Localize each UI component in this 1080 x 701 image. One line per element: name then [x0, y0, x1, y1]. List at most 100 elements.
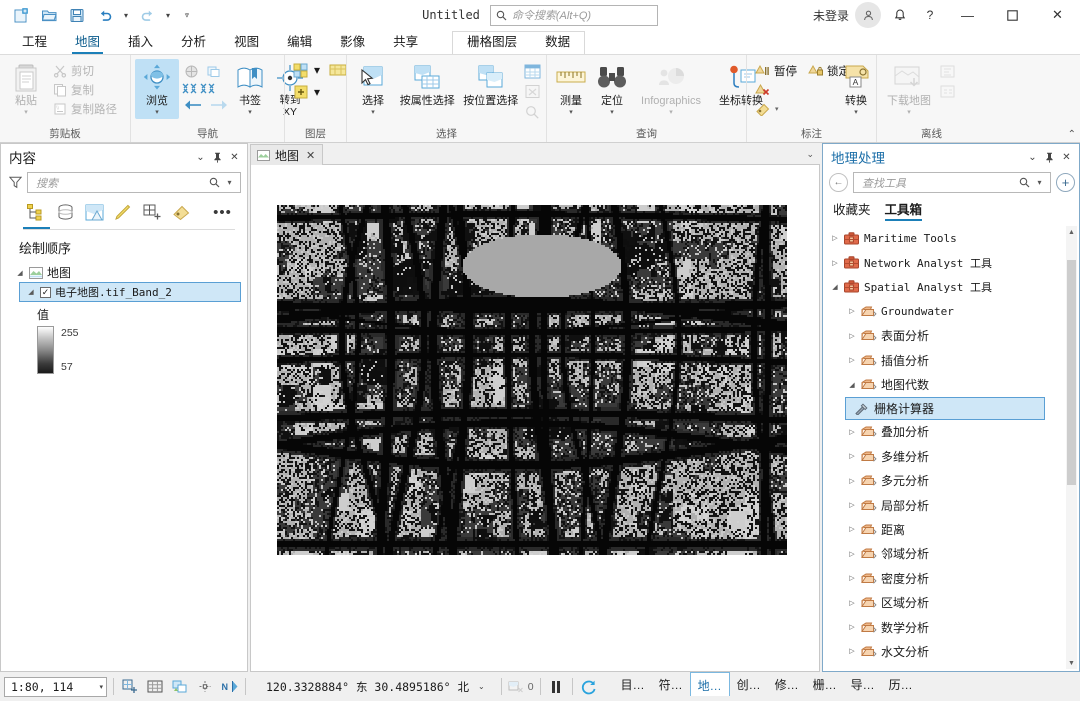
list-by-snapping-icon[interactable]: [139, 200, 166, 225]
expander-collapsed-icon[interactable]: ▷: [846, 599, 858, 607]
locate-button[interactable]: 定位 ▾: [592, 59, 632, 119]
ribbon-tab-edit[interactable]: 编辑: [273, 31, 326, 54]
scroll-down-icon[interactable]: ▼: [1068, 657, 1075, 669]
locate-dropdown-icon[interactable]: ▾: [610, 108, 614, 117]
selected-features-count[interactable]: 0: [508, 680, 534, 694]
explore-button[interactable]: 浏览 ▾: [135, 59, 179, 119]
add-data-dropdown-icon[interactable]: ▾: [314, 63, 320, 77]
clear-selection-icon[interactable]: [523, 81, 542, 101]
ribbon-tab-data[interactable]: 数据: [531, 32, 584, 54]
toolbox-tree-item[interactable]: ▷ 距离: [823, 517, 1079, 541]
ribbon-tab-imagery[interactable]: 影像: [326, 31, 379, 54]
geoprocessing-panel-close-icon[interactable]: ✕: [1058, 147, 1075, 167]
filter-icon[interactable]: [9, 176, 22, 189]
layer-node-expander-icon[interactable]: ◢: [26, 288, 36, 296]
download-map-dropdown-icon[interactable]: ▾: [907, 108, 911, 117]
manage-replicas-icon[interactable]: [938, 81, 957, 101]
undo-dropdown-icon[interactable]: ▾: [120, 3, 132, 27]
maximize-button[interactable]: [990, 0, 1035, 30]
customize-qat-icon[interactable]: ⩔: [176, 3, 198, 27]
command-search-input[interactable]: 命令搜索(Alt+Q): [489, 4, 658, 26]
ribbon-tab-analysis[interactable]: 分析: [167, 31, 220, 54]
convert-labels-button[interactable]: A 转换 ▾: [836, 59, 876, 119]
measure-button[interactable]: 测量 ▾: [551, 59, 591, 119]
scroll-up-icon[interactable]: ▲: [1068, 226, 1075, 238]
copy-path-button[interactable]: \\ 复制路径: [49, 99, 121, 118]
contents-search-input[interactable]: 搜索 ▾: [27, 172, 241, 193]
paste-dropdown-icon[interactable]: ▾: [24, 108, 28, 117]
contents-search-icon[interactable]: [207, 177, 222, 188]
toolbox-tree-item[interactable]: ▷ 表面分析: [823, 324, 1079, 348]
tab-toolboxes[interactable]: 工具箱: [884, 199, 922, 221]
layer-visibility-checkbox[interactable]: ✓: [40, 286, 51, 298]
contents-search-dropdown-icon[interactable]: ▾: [222, 178, 237, 187]
toolbox-tree-item[interactable]: ▷ 邻域分析: [823, 542, 1079, 566]
bottom-tab-modify[interactable]: 修…: [768, 672, 806, 696]
list-by-selection-icon[interactable]: [81, 200, 108, 225]
infographics-button[interactable]: Infographics ▾: [633, 59, 709, 119]
more-options-icon[interactable]: •••: [209, 200, 236, 225]
map-tab-menu-icon[interactable]: ⌄: [806, 149, 814, 160]
list-by-editing-icon[interactable]: [110, 200, 137, 225]
more-labeling-button[interactable]: ▾: [751, 99, 835, 118]
expander-collapsed-icon[interactable]: ▷: [846, 477, 858, 485]
north-arrow-icon[interactable]: N: [220, 677, 239, 697]
toolbox-tree-item[interactable]: ▷ 数学分析: [823, 615, 1079, 639]
map-scale-dropdown-icon[interactable]: ▾: [99, 683, 103, 691]
expander-collapsed-icon[interactable]: ▷: [846, 574, 858, 582]
bottom-tab-geoprocessing[interactable]: 地…: [689, 672, 730, 696]
expander-collapsed-icon[interactable]: ▷: [846, 501, 858, 509]
snapping-icon[interactable]: [195, 677, 214, 697]
expander-collapsed-icon[interactable]: ▷: [846, 332, 858, 340]
collapse-ribbon-icon[interactable]: ⌃: [1068, 129, 1076, 140]
toolbox-tree-item[interactable]: ▷ Groundwater: [823, 299, 1079, 323]
expander-collapsed-icon[interactable]: ▷: [846, 623, 858, 631]
expander-collapsed-icon[interactable]: ▷: [846, 525, 858, 533]
undo-icon[interactable]: [92, 3, 118, 27]
ribbon-tab-raster-layer[interactable]: 栅格图层: [453, 32, 531, 54]
add-toolbox-icon[interactable]: +: [1056, 173, 1075, 192]
map-view-tab[interactable]: 地图 ✕: [250, 144, 324, 165]
zoom-to-selection-icon[interactable]: [523, 101, 542, 121]
explore-dropdown-icon[interactable]: ▾: [155, 108, 159, 117]
sync-map-icon[interactable]: [938, 61, 957, 81]
cut-button[interactable]: 剪切: [49, 61, 121, 80]
expander-collapsed-icon[interactable]: ▷: [846, 452, 858, 460]
toc-layer-node[interactable]: ◢ ✓ 电子地图.tif_Band_2: [19, 282, 241, 302]
ribbon-tab-insert[interactable]: 插入: [114, 31, 167, 54]
geoprocessing-panel-pin-icon[interactable]: [1041, 147, 1058, 167]
bottom-tab-create[interactable]: 创…: [730, 672, 768, 696]
contents-panel-menu-icon[interactable]: ⌄: [192, 147, 209, 167]
help-icon[interactable]: ?: [915, 2, 945, 28]
ribbon-tab-share[interactable]: 共享: [379, 31, 432, 54]
bottom-tab-history[interactable]: 历…: [882, 672, 920, 696]
refresh-icon[interactable]: [579, 677, 598, 697]
more-labeling-dropdown-icon[interactable]: ▾: [775, 105, 779, 113]
bookmarks-dropdown-icon[interactable]: ▾: [248, 108, 252, 117]
save-project-icon[interactable]: [64, 3, 90, 27]
toolbox-tree-item[interactable]: ▷ 多维分析: [823, 444, 1079, 468]
contents-panel-pin-icon[interactable]: [209, 147, 226, 167]
toolbox-tree-item[interactable]: ▷ 密度分析: [823, 566, 1079, 590]
toolbox-tree-item[interactable]: ◢ Spatial Analyst 工具: [823, 275, 1079, 299]
toolbox-tree-scrollbar[interactable]: ▲ ▼: [1066, 226, 1077, 669]
toolbox-tree-item[interactable]: ▷ Network Analyst 工具: [823, 250, 1079, 274]
pause-drawing-icon[interactable]: [547, 677, 566, 697]
full-extent-icon[interactable]: [182, 61, 201, 81]
expander-expanded-icon[interactable]: ◢: [829, 283, 841, 291]
bottom-tab-navigation[interactable]: 导…: [844, 672, 882, 696]
toolbox-tree-item[interactable]: ▷ 水文分析: [823, 639, 1079, 663]
redo-icon[interactable]: [134, 3, 160, 27]
toolbox-tree-item[interactable]: ◢ 地图代数: [823, 372, 1079, 396]
add-new-map-icon[interactable]: [120, 677, 139, 697]
sign-in-status[interactable]: 未登录: [813, 7, 855, 24]
remove-labels-button[interactable]: [751, 80, 835, 99]
notifications-bell-icon[interactable]: [885, 2, 915, 28]
contents-panel-close-icon[interactable]: ✕: [226, 147, 243, 167]
close-button[interactable]: ✕: [1035, 0, 1080, 30]
attribute-table-icon[interactable]: [523, 61, 542, 81]
geoprocessing-search-input[interactable]: 查找工具 ▾: [853, 172, 1051, 193]
geoprocessing-search-dropdown-icon[interactable]: ▾: [1032, 178, 1047, 187]
select-by-attributes-button[interactable]: 按属性选择: [396, 59, 459, 110]
list-by-drawing-order-icon[interactable]: [23, 200, 50, 229]
